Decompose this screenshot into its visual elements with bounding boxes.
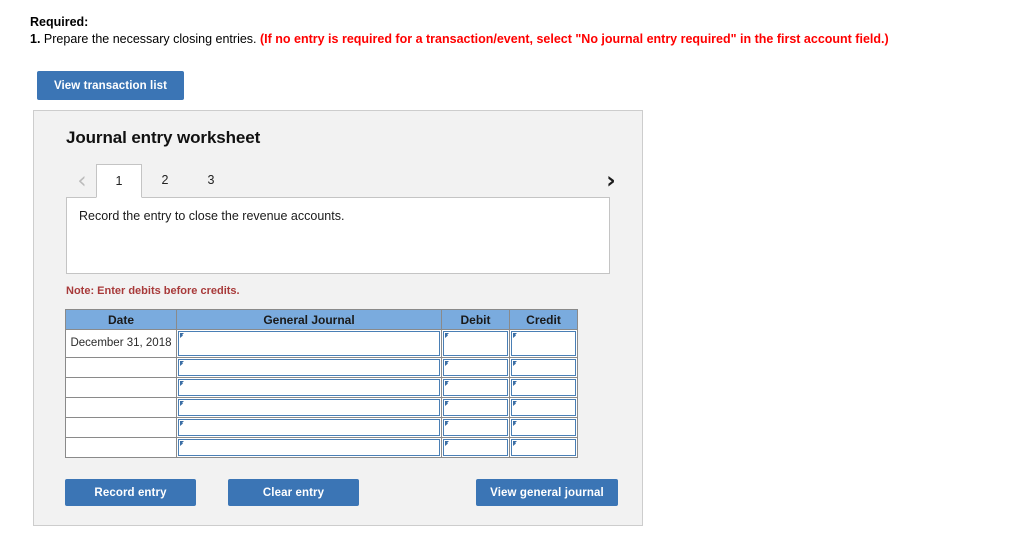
worksheet-title: Journal entry worksheet bbox=[66, 128, 261, 147]
cell-date-2 bbox=[65, 357, 177, 378]
cell-debit-2[interactable] bbox=[441, 357, 510, 378]
journal-entry-table: Date General Journal Debit Credit Decemb… bbox=[65, 309, 578, 458]
general-journal-input-2[interactable] bbox=[178, 359, 440, 376]
cell-date-6 bbox=[65, 437, 177, 458]
cell-debit-5[interactable] bbox=[441, 417, 510, 438]
table-row bbox=[65, 357, 578, 378]
tab-3[interactable]: 3 bbox=[188, 164, 234, 197]
worksheet-tabs: 1 2 3 bbox=[96, 164, 234, 198]
required-block: Required: 1. Prepare the necessary closi… bbox=[30, 14, 980, 48]
view-general-journal-button[interactable]: View general journal bbox=[476, 479, 618, 506]
cell-date-1: December 31, 2018 bbox=[65, 329, 177, 358]
cell-date-4 bbox=[65, 397, 177, 418]
instruction-box: Record the entry to close the revenue ac… bbox=[66, 197, 610, 274]
cell-debit-6[interactable] bbox=[441, 437, 510, 458]
cell-credit-5[interactable] bbox=[509, 417, 578, 438]
tab-1[interactable]: 1 bbox=[96, 164, 142, 198]
credit-input-3[interactable] bbox=[511, 379, 576, 396]
credit-input-2[interactable] bbox=[511, 359, 576, 376]
table-row bbox=[65, 437, 578, 458]
clear-entry-button[interactable]: Clear entry bbox=[228, 479, 359, 506]
required-item: 1. Prepare the necessary closing entries… bbox=[30, 31, 980, 48]
column-header-credit: Credit bbox=[509, 309, 578, 330]
cell-general-journal-3[interactable] bbox=[176, 377, 442, 398]
required-item-text: Prepare the necessary closing entries. bbox=[40, 32, 260, 46]
table-row bbox=[65, 397, 578, 418]
general-journal-input-3[interactable] bbox=[178, 379, 440, 396]
cell-debit-3[interactable] bbox=[441, 377, 510, 398]
cell-general-journal-2[interactable] bbox=[176, 357, 442, 378]
cell-credit-1[interactable] bbox=[509, 329, 578, 358]
required-item-note: (If no entry is required for a transacti… bbox=[260, 32, 889, 46]
cell-date-5 bbox=[65, 417, 177, 438]
table-row bbox=[65, 417, 578, 438]
debit-input-5[interactable] bbox=[443, 419, 508, 436]
required-label: Required: bbox=[30, 15, 89, 29]
debits-before-credits-note: Note: Enter debits before credits. bbox=[66, 285, 240, 297]
chevron-right-icon[interactable]: › bbox=[600, 168, 622, 194]
view-transaction-list-button[interactable]: View transaction list bbox=[37, 71, 184, 100]
column-header-date: Date bbox=[65, 309, 177, 330]
chevron-left-icon[interactable]: ‹ bbox=[71, 168, 93, 194]
credit-input-6[interactable] bbox=[511, 439, 576, 456]
debit-input-4[interactable] bbox=[443, 399, 508, 416]
cell-credit-3[interactable] bbox=[509, 377, 578, 398]
tab-2[interactable]: 2 bbox=[142, 164, 188, 197]
general-journal-input-1[interactable] bbox=[178, 331, 440, 356]
table-header-row: Date General Journal Debit Credit bbox=[65, 309, 578, 330]
cell-credit-4[interactable] bbox=[509, 397, 578, 418]
credit-input-1[interactable] bbox=[511, 331, 576, 356]
general-journal-input-6[interactable] bbox=[178, 439, 440, 456]
cell-debit-4[interactable] bbox=[441, 397, 510, 418]
cell-debit-1[interactable] bbox=[441, 329, 510, 358]
table-row bbox=[65, 377, 578, 398]
cell-general-journal-5[interactable] bbox=[176, 417, 442, 438]
general-journal-input-4[interactable] bbox=[178, 399, 440, 416]
cell-credit-2[interactable] bbox=[509, 357, 578, 378]
debit-input-1[interactable] bbox=[443, 331, 508, 356]
debit-input-6[interactable] bbox=[443, 439, 508, 456]
credit-input-4[interactable] bbox=[511, 399, 576, 416]
debit-input-3[interactable] bbox=[443, 379, 508, 396]
general-journal-input-5[interactable] bbox=[178, 419, 440, 436]
table-row: December 31, 2018 bbox=[65, 329, 578, 358]
credit-input-5[interactable] bbox=[511, 419, 576, 436]
cell-general-journal-4[interactable] bbox=[176, 397, 442, 418]
debit-input-2[interactable] bbox=[443, 359, 508, 376]
instruction-text: Record the entry to close the revenue ac… bbox=[79, 209, 345, 223]
cell-general-journal-1[interactable] bbox=[176, 329, 442, 358]
required-item-number: 1. bbox=[30, 32, 41, 46]
cell-date-3 bbox=[65, 377, 177, 398]
record-entry-button[interactable]: Record entry bbox=[65, 479, 196, 506]
cell-credit-6[interactable] bbox=[509, 437, 578, 458]
journal-entry-worksheet-panel: Journal entry worksheet ‹ 1 2 3 › Record… bbox=[33, 110, 643, 526]
column-header-general-journal: General Journal bbox=[176, 309, 442, 330]
worksheet-tabstrip: ‹ 1 2 3 › bbox=[34, 164, 642, 198]
cell-general-journal-6[interactable] bbox=[176, 437, 442, 458]
column-header-debit: Debit bbox=[441, 309, 510, 330]
